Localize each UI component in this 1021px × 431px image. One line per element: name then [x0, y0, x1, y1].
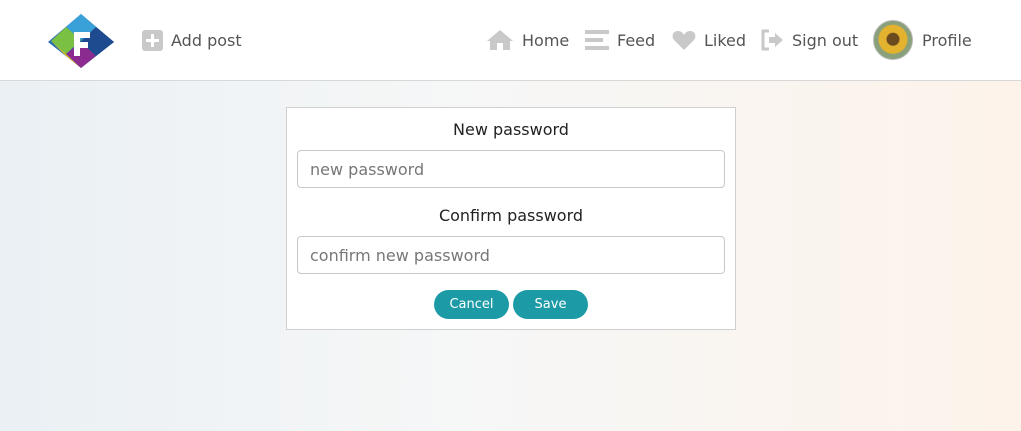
nav-home[interactable]: Home [486, 20, 569, 60]
plus-square-icon [142, 29, 163, 51]
save-button[interactable]: Save [513, 290, 588, 319]
feed-icon [585, 29, 609, 51]
nav-feed[interactable]: Feed [585, 20, 655, 60]
home-icon [486, 29, 514, 51]
add-post-link[interactable]: Add post [142, 20, 242, 60]
change-password-form: New password Confirm password Cancel Sav… [286, 107, 736, 330]
logo-icon[interactable] [46, 12, 116, 70]
nav-profile-label: Profile [922, 30, 972, 50]
add-post-label: Add post [171, 30, 242, 50]
nav-liked-label: Liked [704, 30, 747, 50]
top-navbar: Add post Home Feed Liked Sign out Profil… [0, 0, 1021, 81]
nav-sign-out[interactable]: Sign out [760, 20, 858, 60]
sign-out-icon [760, 29, 784, 51]
new-password-input[interactable] [297, 150, 725, 188]
cancel-button[interactable]: Cancel [434, 290, 509, 319]
nav-home-label: Home [522, 30, 570, 50]
heart-icon [672, 30, 696, 51]
nav-liked[interactable]: Liked [672, 20, 746, 60]
confirm-password-input[interactable] [297, 236, 725, 274]
avatar[interactable] [873, 20, 913, 60]
new-password-label: New password [453, 120, 569, 139]
nav-profile[interactable]: Profile [873, 20, 972, 60]
nav-sign-out-label: Sign out [792, 30, 859, 50]
confirm-password-label: Confirm password [438, 206, 584, 225]
nav-feed-label: Feed [617, 30, 656, 50]
